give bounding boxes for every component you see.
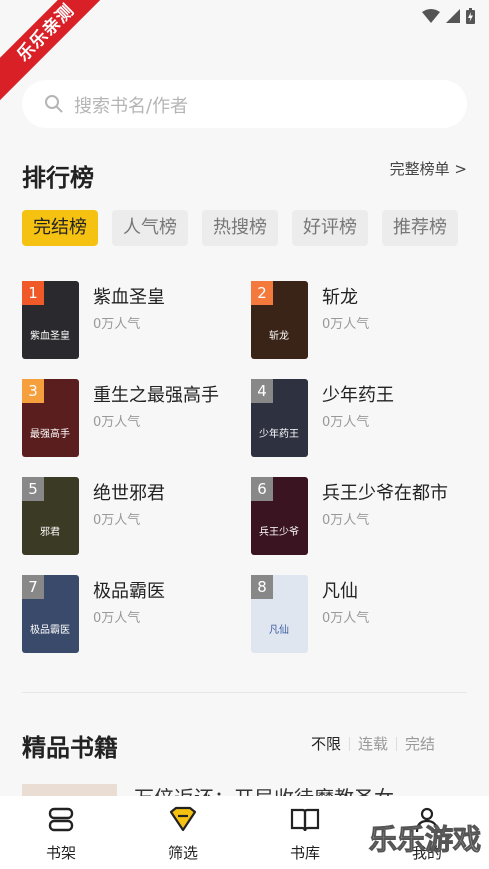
full-ranking-link[interactable]: 完整榜单 > — [390, 158, 467, 179]
nav-label: 书库 — [289, 844, 320, 862]
book-item[interactable]: 最强高手 3 重生之最强高手 0万人气 — [22, 379, 242, 457]
book-popularity: 0万人气 — [322, 513, 370, 528]
svg-text:斩龙: 斩龙 — [269, 329, 289, 342]
tab-completed[interactable]: 完结榜 — [22, 210, 98, 246]
book-item[interactable]: 凡仙 8 凡仙 0万人气 — [251, 575, 471, 653]
tab-top-rated[interactable]: 好评榜 — [292, 210, 368, 246]
library-icon — [290, 808, 320, 832]
book-item[interactable]: 斩龙 2 斩龙 0万人气 — [251, 281, 471, 359]
book-popularity: 0万人气 — [322, 611, 370, 626]
book-title[interactable]: 凡仙 — [322, 577, 358, 603]
search-placeholder: 搜索书名/作者 — [74, 96, 189, 117]
filter-ongoing[interactable]: 连载 — [350, 733, 396, 754]
premium-filters: 不限 连载 完结 — [303, 733, 443, 754]
book-item[interactable]: 紫血圣皇 1 紫血圣皇 0万人气 — [22, 281, 242, 359]
ranking-title: 排行榜 — [22, 164, 94, 192]
svg-text:紫血圣皇: 紫血圣皇 — [30, 329, 70, 342]
rank-badge: 2 — [251, 281, 273, 305]
tab-hot-search[interactable]: 热搜榜 — [202, 210, 278, 246]
book-title[interactable]: 兵王少爷在都市 — [322, 479, 448, 505]
nav-bookshelf[interactable]: 书架 — [21, 806, 101, 863]
svg-text:极品霸医: 极品霸医 — [30, 623, 70, 636]
book-popularity: 0万人气 — [93, 317, 141, 332]
rank-badge: 8 — [251, 575, 273, 599]
battery-icon — [466, 8, 475, 24]
tab-popular[interactable]: 人气榜 — [112, 210, 188, 246]
book-title[interactable]: 极品霸医 — [93, 577, 165, 603]
svg-text:兵王少爷: 兵王少爷 — [259, 525, 299, 538]
book-popularity: 0万人气 — [93, 513, 141, 528]
book-popularity: 0万人气 — [322, 415, 370, 430]
nav-library[interactable]: 书库 — [265, 806, 345, 863]
book-title[interactable]: 重生之最强高手 — [93, 381, 219, 407]
tab-recommended[interactable]: 推荐榜 — [382, 210, 458, 246]
rank-badge: 7 — [22, 575, 44, 599]
nav-label: 书架 — [45, 844, 76, 862]
search-icon — [45, 95, 63, 113]
rank-badge: 3 — [22, 379, 44, 403]
book-popularity: 0万人气 — [322, 317, 370, 332]
watermark-logo: 乐乐游戏 — [368, 823, 481, 857]
book-item[interactable]: 邪君 5 绝世邪君 0万人气 — [22, 477, 242, 555]
svg-text:少年药王: 少年药王 — [259, 427, 299, 440]
svg-text:邪君: 邪君 — [40, 526, 60, 538]
premium-title: 精品书籍 — [22, 734, 118, 762]
section-divider — [22, 692, 467, 693]
rank-badge: 5 — [22, 477, 44, 501]
book-item[interactable]: 少年药王 4 少年药王 0万人气 — [251, 379, 471, 457]
nav-filter[interactable]: 筛选 — [143, 806, 223, 863]
rank-badge: 6 — [251, 477, 273, 501]
book-title[interactable]: 绝世邪君 — [93, 479, 165, 505]
svg-text:凡仙: 凡仙 — [269, 623, 289, 636]
filter-icon — [169, 806, 197, 832]
nav-label: 筛选 — [167, 844, 198, 862]
book-item[interactable]: 兵王少爷 6 兵王少爷在都市 0万人气 — [251, 477, 471, 555]
book-title[interactable]: 斩龙 — [322, 283, 358, 309]
rank-badge: 4 — [251, 379, 273, 403]
bookshelf-icon — [48, 807, 74, 832]
book-item[interactable]: 极品霸医 7 极品霸医 0万人气 — [22, 575, 242, 653]
search-input[interactable]: 搜索书名/作者 — [22, 80, 467, 128]
book-title[interactable]: 少年药王 — [322, 381, 394, 407]
book-popularity: 0万人气 — [93, 611, 141, 626]
signal-icon — [446, 9, 460, 23]
filter-all[interactable]: 不限 — [303, 733, 349, 754]
bottom-nav: 书架 筛选 书库 我的 乐乐游戏 — [0, 796, 489, 869]
rank-badge: 1 — [22, 281, 44, 305]
filter-finished[interactable]: 完结 — [397, 733, 443, 754]
book-popularity: 0万人气 — [93, 415, 141, 430]
svg-text:乐乐游戏: 乐乐游戏 — [369, 823, 481, 856]
wifi-icon — [422, 9, 440, 23]
svg-text:最强高手: 最强高手 — [30, 427, 70, 440]
book-title[interactable]: 紫血圣皇 — [93, 283, 165, 309]
ranking-tabs: 完结榜 人气榜 热搜榜 好评榜 推荐榜 — [22, 210, 458, 246]
